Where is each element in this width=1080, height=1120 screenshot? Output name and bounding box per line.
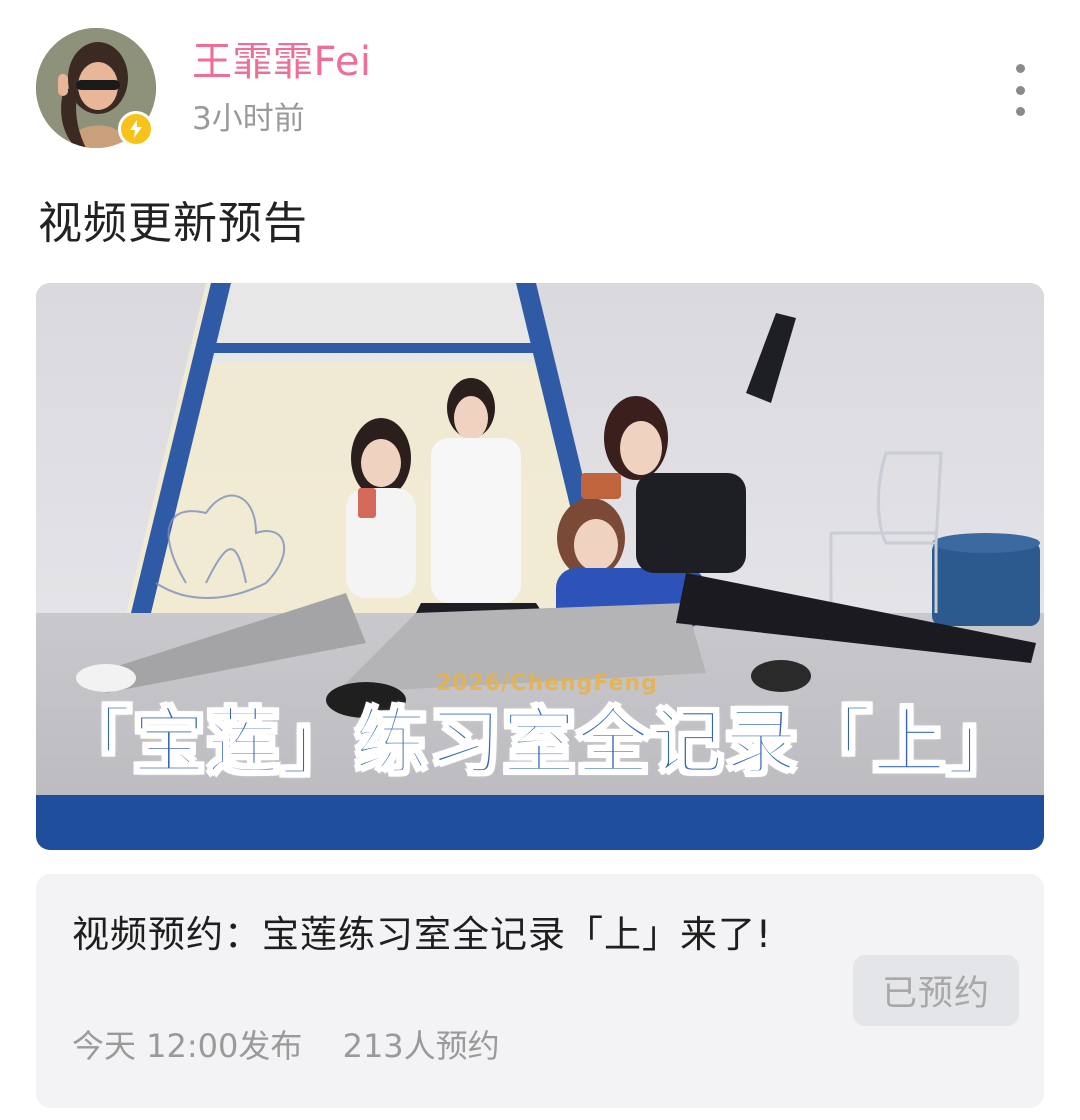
verified-badge [118,111,154,147]
reservation-card[interactable]: 视频预约：宝莲练习室全记录「上」来了! 今天 12:00发布 213人预约 已预… [36,874,1044,1108]
reservation-meta: 今天 12:00发布 213人预约 [72,1024,500,1068]
post-text: 视频更新预告 [38,198,308,249]
more-dot [1015,85,1025,95]
more-dot [1015,107,1025,116]
avatar[interactable] [36,28,156,148]
reserved-button[interactable]: 已预约 [853,955,1019,1026]
more-vertical-icon[interactable] [1000,64,1040,116]
more-dot [1015,64,1025,73]
reservation-title: 视频预约：宝莲练习室全记录「上」来了! [72,913,772,956]
username[interactable]: 王霏霏Fei [192,36,372,88]
post-time: 3小时前 [192,101,305,137]
publish-time: 今天 12:00发布 [72,1027,303,1065]
video-cover[interactable]: 2026/ChengFeng 「宝莲」练习室全记录「上」 [36,283,1044,850]
lightning-icon [130,120,142,138]
cover-title: 「宝莲」练习室全记录「上」 [58,699,1021,785]
reserve-count: 213人预约 [342,1027,500,1065]
